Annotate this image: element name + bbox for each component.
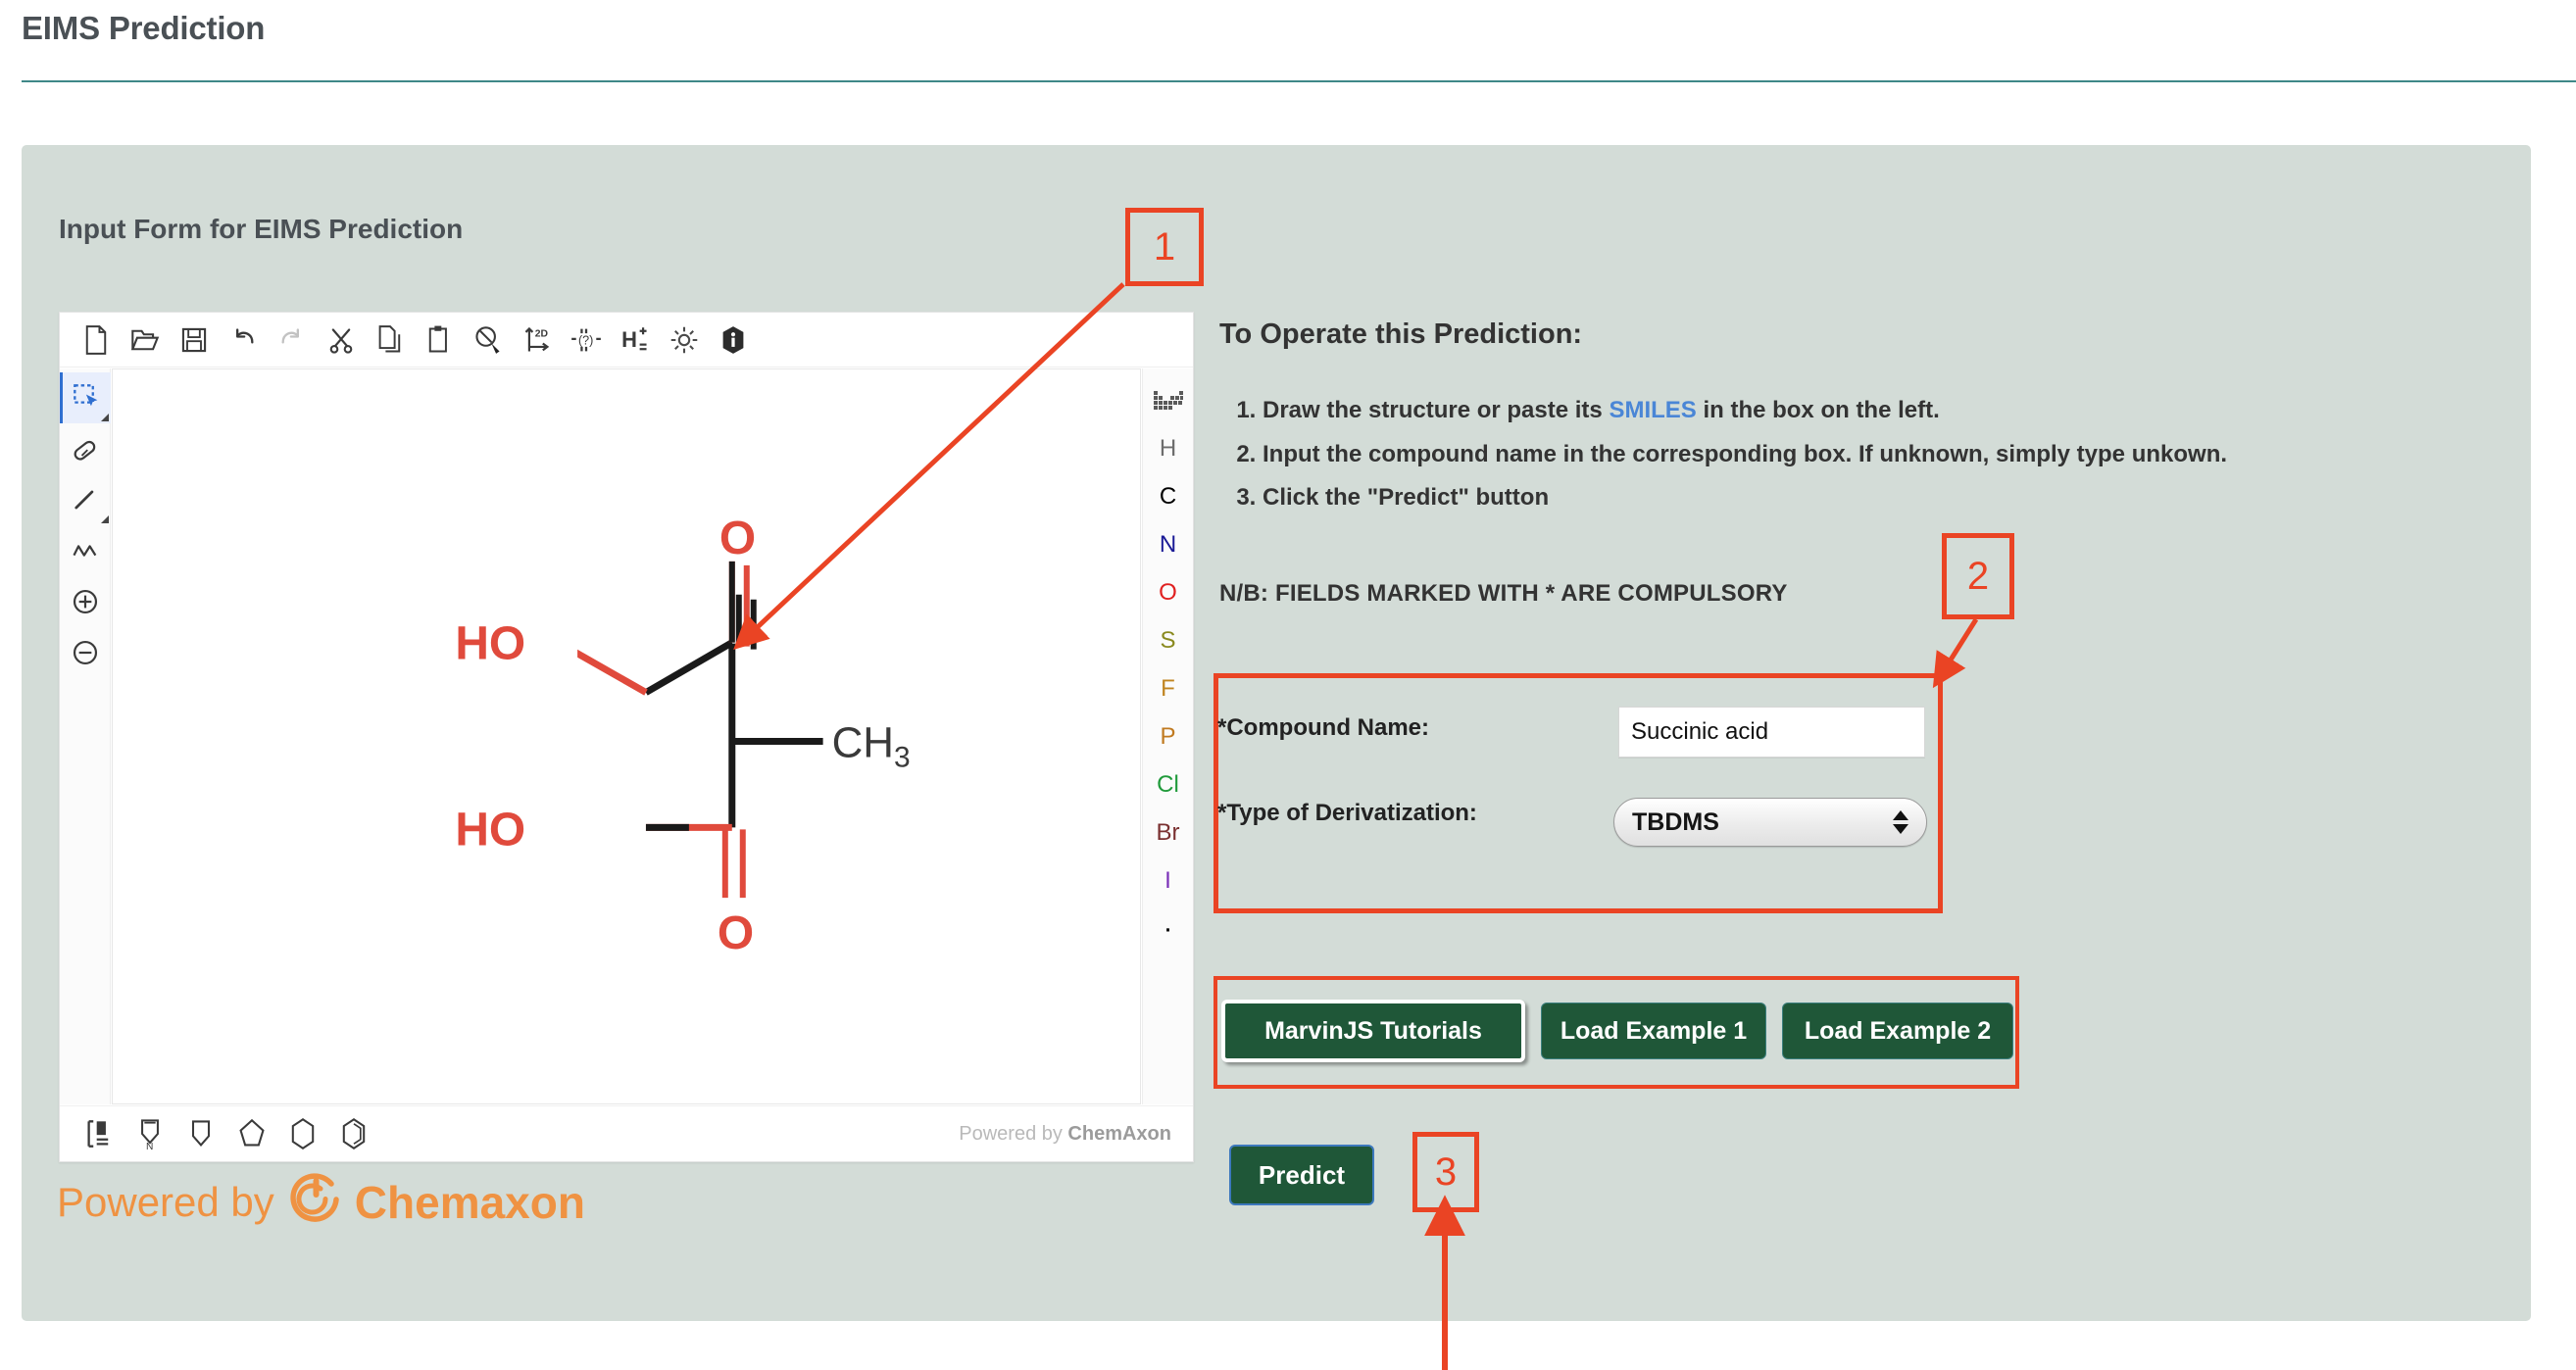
smiles-link[interactable]: SMILES <box>1609 397 1696 423</box>
marvinjs-tutorials-button[interactable]: MarvinJS Tutorials <box>1221 1000 1525 1062</box>
hydrogen-toggle-icon[interactable]: H <box>611 318 660 363</box>
element-h[interactable]: H <box>1144 424 1193 472</box>
app-root: EIMS Prediction Input Form for EIMS Pred… <box>0 0 2576 1370</box>
open-folder-icon[interactable] <box>121 318 170 363</box>
selection-tool[interactable] <box>60 372 111 423</box>
chemaxon-credit-brand: ChemAxon <box>1067 1123 1171 1145</box>
element-c[interactable]: C <box>1144 472 1193 520</box>
element-n[interactable]: N <box>1144 520 1193 568</box>
chemaxon-footer-brand: Chemaxon <box>355 1176 585 1229</box>
decrease-charge-tool[interactable] <box>60 627 111 678</box>
predict-button[interactable]: Predict <box>1229 1145 1374 1205</box>
structure-canvas[interactable]: HO O CH3 HO O <box>112 368 1141 1104</box>
svg-text:H: H <box>621 326 637 351</box>
sketcher-template-bar: N Powered by ChemAxon <box>60 1105 1193 1161</box>
settings-gear-icon[interactable] <box>660 318 709 363</box>
cyclobutane-ring-icon[interactable] <box>175 1109 226 1158</box>
select-stepper-arrows-icon[interactable] <box>1893 810 1908 834</box>
annotation-marker-1: 1 <box>1125 208 1204 286</box>
marvinjs-sketcher[interactable]: 2D (?) H <box>59 312 1194 1162</box>
element-p[interactable]: P <box>1144 712 1193 760</box>
title-divider <box>22 80 2576 82</box>
instruction-step-2: Input the compound name in the correspon… <box>1263 441 2537 468</box>
tool-expand-corner[interactable] <box>101 414 109 421</box>
benzene-ring-icon[interactable] <box>328 1109 379 1158</box>
undo-icon[interactable] <box>219 318 268 363</box>
chevron-down-icon <box>1893 824 1908 834</box>
atom-label-o-bottom: O <box>718 907 754 959</box>
instruction-step-3: Click the "Predict" button <box>1263 484 2537 512</box>
chemaxon-power-mark-icon <box>288 1172 343 1232</box>
redo-icon[interactable] <box>268 318 317 363</box>
unknown-atom-icon[interactable]: (?) <box>562 318 611 363</box>
element-i[interactable]: I <box>1144 856 1193 905</box>
new-document-icon[interactable] <box>72 318 121 363</box>
template-library-icon[interactable] <box>74 1109 124 1158</box>
annotation-marker-3: 3 <box>1412 1132 1479 1212</box>
step1-text-after: in the box on the left. <box>1697 397 1940 423</box>
cyclopentane-ring-icon[interactable] <box>226 1109 277 1158</box>
compulsory-note: N/B: FIELDS MARKED WITH * ARE COMPULSORY <box>1219 580 1788 608</box>
molecule-drawing: HO O CH3 HO O <box>113 369 1140 1103</box>
element-f[interactable]: F <box>1144 664 1193 712</box>
svg-text:(?): (?) <box>578 333 593 347</box>
atom-label-ch3: CH3 <box>832 718 911 773</box>
derivatization-select[interactable]: TBDMS <box>1613 798 1927 847</box>
instructions-heading: To Operate this Prediction: <box>1219 318 1582 351</box>
annotation-marker-2: 2 <box>1942 533 2014 619</box>
chain-tool[interactable] <box>60 525 111 576</box>
step1-text-before: Draw the structure or paste its <box>1263 397 1609 423</box>
compound-name-input[interactable] <box>1618 707 1925 758</box>
panel-heading: Input Form for EIMS Prediction <box>59 214 463 245</box>
page-title: EIMS Prediction <box>22 10 265 47</box>
bond-expand-corner[interactable] <box>101 515 109 523</box>
atom-label-ho-bottom: HO <box>455 804 525 856</box>
element-o[interactable]: O <box>1144 568 1193 616</box>
single-bond-tool[interactable] <box>60 474 111 525</box>
chevron-up-icon <box>1893 810 1908 820</box>
clean-2d-icon[interactable]: 2D <box>513 318 562 363</box>
element-s[interactable]: S <box>1144 616 1193 664</box>
eraser-tool[interactable] <box>60 423 111 474</box>
load-example-2-button[interactable]: Load Example 2 <box>1782 1003 2013 1059</box>
element-br[interactable]: Br <box>1144 808 1193 856</box>
sketcher-toolbar: 2D (?) H <box>60 313 1193 367</box>
chemaxon-credit-prefix: Powered by <box>959 1123 1067 1145</box>
atom-label-o-top: O <box>719 513 756 564</box>
svg-text:2D: 2D <box>535 328 549 339</box>
chemaxon-footer-prefix: Powered by <box>57 1179 274 1226</box>
atom-label-ho-top: HO <box>455 618 525 670</box>
compound-name-label: *Compound Name: <box>1217 713 1610 744</box>
instructions-list: Draw the structure or paste its SMILES i… <box>1219 397 2537 528</box>
save-floppy-icon[interactable] <box>170 318 219 363</box>
element-palette: H C N O S F P Cl Br I · <box>1142 368 1193 1104</box>
paste-icon[interactable] <box>415 318 464 363</box>
chemaxon-footer-logo: Powered by Chemaxon <box>57 1172 585 1232</box>
derivatization-selected-value: TBDMS <box>1614 808 1719 837</box>
info-icon[interactable] <box>709 318 758 363</box>
cyclohexane-ring-icon[interactable] <box>277 1109 328 1158</box>
copy-icon[interactable] <box>366 318 415 363</box>
derivatization-label: *Type of Derivatization: <box>1217 799 1590 829</box>
svg-text:N: N <box>146 1142 153 1150</box>
element-cl[interactable]: Cl <box>1144 760 1193 808</box>
clear-canvas-icon[interactable] <box>464 318 513 363</box>
load-example-1-button[interactable]: Load Example 1 <box>1541 1003 1766 1059</box>
pyrrole-ring-icon[interactable]: N <box>124 1109 175 1158</box>
any-atom-icon[interactable]: · <box>1144 905 1193 953</box>
instruction-step-1: Draw the structure or paste its SMILES i… <box>1263 397 2537 424</box>
sketcher-tool-sidebar <box>60 368 111 1104</box>
cut-scissors-icon[interactable] <box>317 318 366 363</box>
increase-charge-tool[interactable] <box>60 576 111 627</box>
chemaxon-credit: Powered by ChemAxon <box>959 1123 1171 1146</box>
periodic-table-icon[interactable] <box>1144 376 1193 424</box>
